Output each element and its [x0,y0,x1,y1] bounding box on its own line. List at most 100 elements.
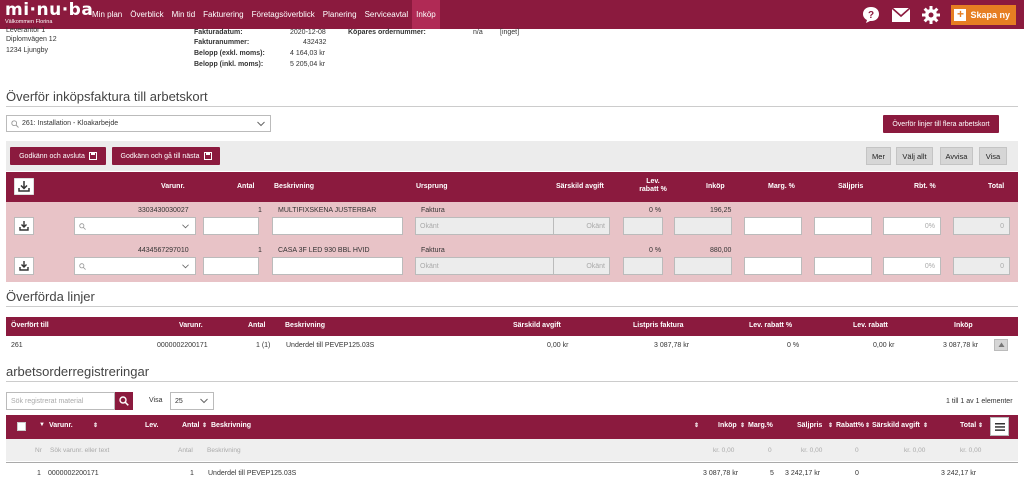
gear-icon[interactable] [921,5,941,25]
th-saljpris[interactable]: Säljpris [797,422,822,429]
more-button[interactable]: Mer [866,147,891,165]
th-saljpris[interactable]: Säljpris [838,183,863,190]
saljpris-input[interactable] [814,257,872,275]
welcome-text: Välkommen Florina [5,19,53,25]
transferred-section-title: Överförda linjer [6,289,95,304]
nav-item-min-plan[interactable]: Min plan [88,0,126,29]
th-inkop[interactable]: Inköp [954,322,973,329]
approve-next-button[interactable]: Godkänn och gå till nästa [112,147,220,165]
th-antal[interactable]: Antal [182,422,200,429]
th-antal[interactable]: Antal [248,322,266,329]
header-download-button[interactable] [13,177,35,197]
row-download-button[interactable] [14,257,34,275]
beskrivning-input[interactable] [272,257,403,275]
th-lev[interactable]: Lev. [145,422,159,429]
filter-saljpris[interactable]: kr. 0,00 [801,447,822,454]
filter-rabatt[interactable]: 0 [855,447,859,454]
select-all-checkbox[interactable] [17,422,26,431]
th-rbt[interactable]: Rbt. % [914,183,936,190]
filter-nr[interactable]: Nr [35,447,42,454]
total-input[interactable]: 0 [953,257,1010,275]
total-input[interactable]: 0 [953,217,1010,235]
th-marg[interactable]: Marg.% [748,422,773,429]
th-sarskild[interactable]: Särskild avgift [513,322,561,329]
rbt-input[interactable]: 0% [883,257,941,275]
row-nr: 1 [37,470,41,477]
th-inkop[interactable]: Inköp [718,422,737,429]
rbt-input[interactable]: 0% [883,217,941,235]
filter-inkop[interactable]: kr. 0,00 [713,447,734,454]
th-antal[interactable]: Antal [237,183,255,190]
choose-all-button[interactable]: Välj allt [896,147,933,165]
filter-antal[interactable]: Antal [178,447,193,454]
row-varunr: 4434567297010 [138,247,189,254]
undo-transfer-button[interactable] [994,339,1008,351]
sort-icon: ⇕ [202,423,208,429]
th-lev-rabatt-pct[interactable]: Lev. rabatt % [749,322,792,329]
nav-item-inkop[interactable]: Inköp [412,0,440,29]
th-beskrivning[interactable]: Beskrivning [285,322,325,329]
mail-icon[interactable] [891,5,911,25]
th-sarskild[interactable]: Särskild avgift [556,183,604,190]
create-new-button[interactable]: + Skapa ny [951,4,1016,25]
th-ursprung[interactable]: Ursprung [416,183,448,190]
th-rabatt[interactable]: Rabatt% [836,422,864,429]
th-lev-rabatt[interactable]: Lev. rabatt [853,322,888,329]
th-total[interactable]: Total [988,183,1004,190]
th-overfort-till[interactable]: Överfört till [11,322,49,329]
beskrivning-input[interactable] [272,217,403,235]
cell-overfort-till[interactable]: 261 [11,342,23,349]
search-icon [119,396,129,406]
marg-input[interactable] [744,217,802,235]
th-total[interactable]: Total [960,422,976,429]
material-search-select[interactable] [74,217,196,235]
inkop-input[interactable] [674,257,732,275]
filter-total[interactable]: kr. 0,00 [960,447,981,454]
th-varunr[interactable]: Varunr. [49,422,73,429]
lev-rabatt-input[interactable] [623,257,663,275]
antal-input[interactable] [203,257,259,275]
th-lev-rabatt[interactable]: Lev. rabatt % [636,178,670,194]
hamburger-icon [994,422,1005,431]
th-listpris[interactable]: Listpris faktura [633,322,684,329]
nav-item-overblick[interactable]: Överblick [126,0,167,29]
saljpris-input[interactable] [814,217,872,235]
nav-item-planering[interactable]: Planering [319,0,361,29]
material-search-input[interactable]: Sök registrerat material [6,392,115,410]
transfer-multiple-button[interactable]: Överför linjer till flera arbetskort [883,115,999,133]
th-varunr[interactable]: Varunr. [161,183,185,190]
th-marg[interactable]: Marg. % [768,183,795,190]
filter-varunr[interactable]: Sök varunr. eller text [50,447,109,454]
th-sarskild[interactable]: Särskild avgift [872,422,920,429]
column-menu-button[interactable] [990,417,1009,436]
inkop-input[interactable] [674,217,732,235]
filter-beskrivning[interactable]: Beskrivning [207,447,241,454]
approve-close-button[interactable]: Godkänn och avsluta [10,147,106,165]
nav-item-min-tid[interactable]: Min tid [168,0,200,29]
lev-rabatt-input[interactable] [623,217,663,235]
filter-marg[interactable]: 0 [768,447,772,454]
amount-excl-value: 4 164,03 kr [290,50,326,57]
material-search-select[interactable] [74,257,196,275]
filter-sarskild[interactable]: kr. 0,00 [904,447,925,454]
marg-input[interactable] [744,257,802,275]
th-varunr[interactable]: Varunr. [179,322,203,329]
th-inkop[interactable]: Inköp [706,183,725,190]
plus-icon: + [954,8,967,21]
row-download-button[interactable] [14,217,34,235]
nav-item-serviceavtal[interactable]: Serviceavtal [361,0,413,29]
logo[interactable]: mi·nu·ba Välkommen Florina [0,0,93,29]
reject-button[interactable]: Avvisa [940,147,973,165]
nav-item-foretagsoverblick[interactable]: Företagsöverblick [248,0,319,29]
nav-item-fakturering[interactable]: Fakturering [199,0,247,29]
sarskild-input[interactable]: Okänt [553,217,610,235]
help-icon[interactable]: ? [861,5,881,25]
page-size-select[interactable]: 25 [170,392,214,410]
th-beskrivning[interactable]: Beskrivning [211,422,251,429]
search-button[interactable] [115,392,133,410]
th-beskrivning[interactable]: Beskrivning [274,183,314,190]
sarskild-input[interactable]: Okänt [553,257,610,275]
show-button[interactable]: Visa [979,147,1007,165]
job-select[interactable]: 261: Installation - Kloakarbejde [6,115,271,132]
antal-input[interactable] [203,217,259,235]
